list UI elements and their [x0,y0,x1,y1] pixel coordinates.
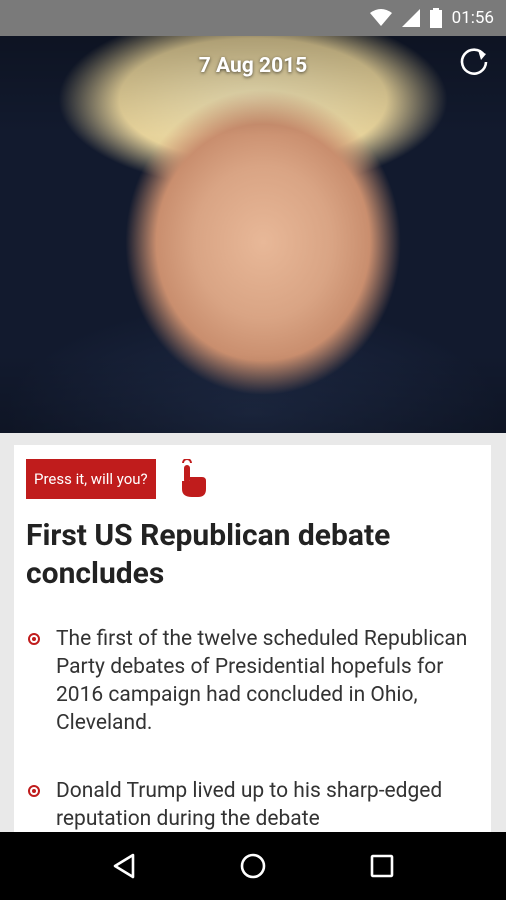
bullet-text: The first of the twelve scheduled Republ… [56,627,468,735]
article-card: Press it, will you? First US Republican … [14,445,491,845]
wifi-icon [369,9,392,27]
list-item: Donald Trump lived up to his sharp-edged… [26,777,479,833]
bullet-icon [28,633,40,645]
status-time: 01:56 [451,8,494,28]
status-bar: 01:56 [0,0,506,36]
recents-icon[interactable] [352,836,412,896]
battery-icon [429,8,442,28]
hero-image: 7 Aug 2015 [0,36,506,433]
list-item: The first of the twelve scheduled Republ… [26,625,479,737]
signal-icon [401,9,420,27]
press-row: Press it, will you? [26,459,479,499]
press-button[interactable]: Press it, will you? [26,459,156,499]
article-date: 7 Aug 2015 [198,54,308,78]
bullet-list: The first of the twelve scheduled Republ… [26,625,479,833]
article-headline: First US Republican debate concludes [26,518,391,591]
home-icon[interactable] [223,836,283,896]
hand-tap-icon [174,459,210,499]
bullet-icon [28,785,40,797]
bullet-text: Donald Trump lived up to his sharp-edged… [56,779,443,831]
refresh-icon[interactable] [456,44,492,80]
hero-shade [0,36,506,433]
back-icon[interactable] [94,836,154,896]
navigation-bar [0,832,506,900]
